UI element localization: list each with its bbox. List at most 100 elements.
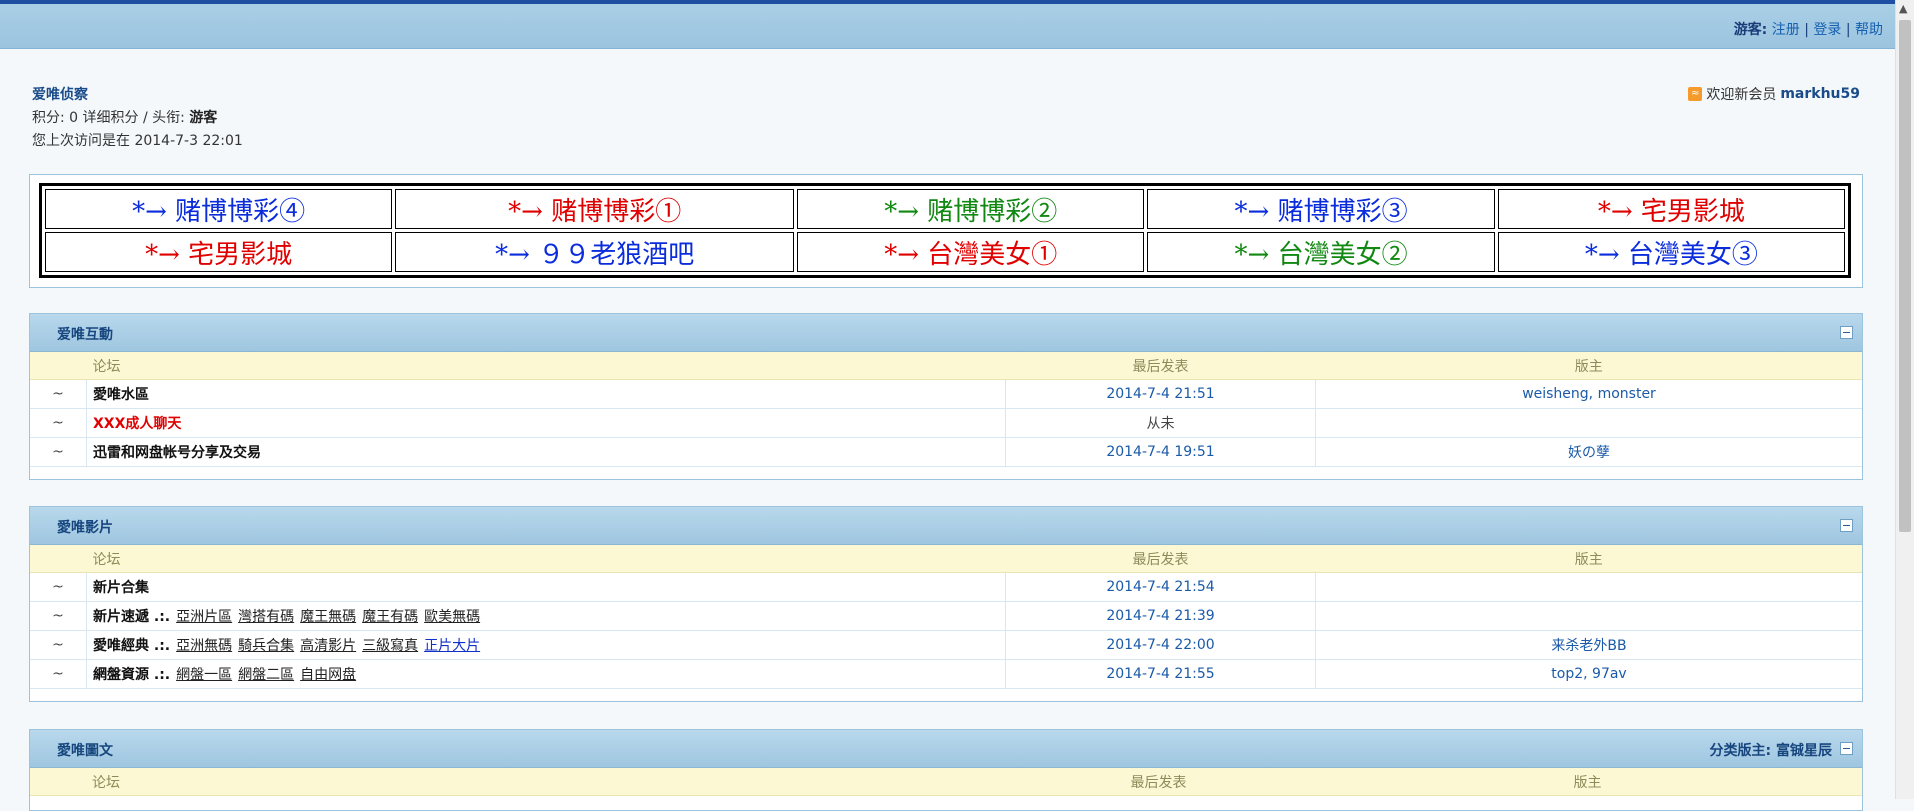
ad-link[interactable]: *→ 赌博博彩③ bbox=[1147, 189, 1495, 229]
moderator-links[interactable] bbox=[1315, 572, 1862, 602]
last-post-link[interactable]: 2014-7-4 21:51 bbox=[1005, 379, 1316, 409]
subforum-link[interactable]: 歐美無碼 bbox=[424, 609, 480, 625]
collapse-icon[interactable] bbox=[1840, 742, 1853, 755]
forum-row: ~ 網盤資源 .:. 網盤一區 網盤二區 自由网盘 2014-7-4 21:55 top2,… bbox=[30, 659, 1862, 689]
subforum-link[interactable]: 亞洲片區 bbox=[176, 609, 232, 625]
moderator-links[interactable]: top2, 97av bbox=[1315, 659, 1862, 689]
moderator-links[interactable]: 妖の孽 bbox=[1315, 437, 1862, 467]
ad-text[interactable]: *→ 台灣美女② bbox=[1235, 240, 1408, 270]
last-post-link[interactable]: 2014-7-4 19:51 bbox=[1005, 437, 1316, 467]
moderator-links[interactable] bbox=[1315, 408, 1862, 438]
forum-status-icon: ~ bbox=[30, 601, 87, 631]
ad-link[interactable]: *→ ９９老狼酒吧 bbox=[395, 232, 795, 272]
ad-text[interactable]: *→ 赌博博彩③ bbox=[1235, 197, 1408, 227]
forum-link[interactable]: 愛唯水區 bbox=[93, 387, 149, 403]
last-post-link[interactable]: 2014-7-4 21:54 bbox=[1005, 572, 1316, 602]
last-post-column-header: 最后发表 bbox=[1005, 545, 1316, 573]
last-post-column-header: 最后发表 bbox=[1005, 352, 1316, 380]
forum-row: ~ 新片合集 2014-7-4 21:54 bbox=[30, 572, 1862, 602]
section-moderator[interactable]: 分类版主: 富铖星辰 bbox=[1710, 740, 1832, 760]
ad-text[interactable]: *→ ９９老狼酒吧 bbox=[495, 240, 694, 270]
forum-row: ~ 新片速遞 .:. 亞洲片區 灣搭有碼 魔王無碼 魔王有碼 歐美無碼 2014-7-4 21… bbox=[30, 601, 1862, 631]
subforum-link[interactable]: 灣搭有碼 bbox=[238, 609, 294, 625]
last-post-column-header: 最后发表 bbox=[1004, 768, 1313, 796]
title-value: 游客 bbox=[189, 110, 218, 126]
ad-link[interactable]: *→ 宅男影城 bbox=[1497, 189, 1845, 229]
last-visit: 您上次访问是在 2014-7-3 22:01 bbox=[32, 133, 243, 149]
register-link[interactable]: 注册 bbox=[1772, 22, 1800, 38]
table-spacer bbox=[30, 467, 1862, 480]
help-link[interactable]: 帮助 bbox=[1855, 22, 1883, 38]
ad-link[interactable]: *→ 赌博博彩② bbox=[797, 189, 1145, 229]
forum-name-cell: 愛唯水區 bbox=[86, 379, 1006, 409]
welcome-text: 欢迎新会员 bbox=[1706, 87, 1777, 103]
forum-link[interactable]: XXX成人聊天 bbox=[93, 416, 181, 432]
ad-link[interactable]: *→ 台灣美女③ bbox=[1497, 232, 1845, 272]
moderator-links[interactable]: 来杀老外BB bbox=[1315, 630, 1862, 660]
section-title[interactable]: 愛唯影片 bbox=[57, 517, 113, 537]
welcome-new-member: ≈ 欢迎新会员 markhu59 bbox=[1688, 84, 1860, 104]
column-header-row: 论坛 最后发表 版主 bbox=[30, 545, 1862, 573]
rss-icon[interactable]: ≈ bbox=[1688, 87, 1703, 101]
subforum-link[interactable]: 自由网盘 bbox=[300, 667, 356, 683]
section-header: 愛唯圖文 分类版主: 富铖星辰 bbox=[30, 730, 1862, 768]
section-header: 爱唯互動 bbox=[30, 314, 1862, 352]
subforum-link[interactable]: 正片大片 bbox=[424, 638, 480, 654]
collapse-icon[interactable] bbox=[1840, 326, 1853, 339]
user-info: 爱唯侦察 积分: 0 详细积分 / 头衔: 游客 您上次访问是在 2014-7-… bbox=[32, 84, 243, 153]
subforum-link[interactable]: 網盤一區 bbox=[176, 667, 232, 683]
moderator-links[interactable]: weisheng, monster bbox=[1315, 379, 1862, 409]
forum-name-cell: 網盤資源 .:. 網盤一區 網盤二區 自由网盘 bbox=[86, 659, 1006, 689]
forum-link[interactable]: 網盤資源 .:. bbox=[93, 667, 170, 683]
subforum-link[interactable]: 亞洲無碼 bbox=[176, 638, 232, 654]
subforum-link[interactable]: 騎兵合集 bbox=[238, 638, 294, 654]
forum-section: 愛唯影片 论坛 最后发表 版主 ~ 新片合集 2014-7-4 21:54 ~ 新片速遞 .:… bbox=[29, 506, 1863, 702]
ad-link[interactable]: *→ 宅男影城 bbox=[45, 232, 393, 272]
section-title[interactable]: 爱唯互動 bbox=[57, 324, 113, 344]
forum-link[interactable]: 愛唯經典 .:. bbox=[93, 638, 170, 654]
forum-column-header: 论坛 bbox=[86, 545, 1006, 573]
forum-status-icon: ~ bbox=[30, 379, 87, 409]
section-header: 愛唯影片 bbox=[30, 507, 1862, 545]
ad-link[interactable]: *→ 台灣美女② bbox=[1147, 232, 1495, 272]
subforum-link[interactable]: 網盤二區 bbox=[238, 667, 294, 683]
section-title[interactable]: 愛唯圖文 bbox=[57, 740, 113, 760]
forum-link[interactable]: 新片速遞 .:. bbox=[93, 609, 170, 625]
ad-text[interactable]: *→ 宅男影城 bbox=[1598, 197, 1745, 227]
spacer-cell bbox=[30, 689, 1862, 702]
scroll-up-icon[interactable]: ▲ bbox=[1899, 2, 1911, 16]
last-post-link[interactable]: 2014-7-4 21:39 bbox=[1005, 601, 1316, 631]
subforum-link[interactable]: 魔王無碼 bbox=[300, 609, 356, 625]
forum-row: ~ 愛唯經典 .:. 亞洲無碼 騎兵合集 高清影片 三級寫真 正片大片 2014-7-4 22… bbox=[30, 630, 1862, 660]
subforum-link[interactable]: 高清影片 bbox=[300, 638, 356, 654]
forum-link[interactable]: 迅雷和网盘帐号分享及交易 bbox=[93, 445, 261, 461]
ad-text[interactable]: *→ 宅男影城 bbox=[145, 240, 292, 270]
icon-column-header bbox=[30, 545, 87, 573]
last-post-link[interactable]: 2014-7-4 22:00 bbox=[1005, 630, 1316, 660]
table-spacer bbox=[30, 689, 1862, 702]
ad-link[interactable]: *→ 赌博博彩④ bbox=[45, 189, 393, 229]
forum-status-icon: ~ bbox=[30, 659, 87, 689]
spacer-cell bbox=[30, 467, 1862, 480]
nav-separator: | bbox=[1804, 22, 1809, 38]
column-header-row: 论坛 最后发表 版主 bbox=[30, 352, 1862, 380]
ad-link[interactable]: *→ 赌博博彩① bbox=[395, 189, 795, 229]
ad-text[interactable]: *→ 台灣美女① bbox=[884, 240, 1057, 270]
ad-text[interactable]: *→ 赌博博彩④ bbox=[132, 197, 305, 227]
ad-link[interactable]: *→ 台灣美女① bbox=[797, 232, 1145, 272]
login-link[interactable]: 登录 bbox=[1813, 22, 1841, 38]
collapse-icon[interactable] bbox=[1840, 519, 1853, 532]
ad-text[interactable]: *→ 赌博博彩① bbox=[508, 197, 681, 227]
ad-text[interactable]: *→ 赌博博彩② bbox=[884, 197, 1057, 227]
ad-text[interactable]: *→ 台灣美女③ bbox=[1585, 240, 1758, 270]
scrollbar-thumb[interactable] bbox=[1899, 20, 1911, 532]
subforum-link[interactable]: 魔王有碼 bbox=[362, 609, 418, 625]
subforum-link[interactable]: 三級寫真 bbox=[362, 638, 418, 654]
last-post-link[interactable]: 2014-7-4 21:55 bbox=[1005, 659, 1316, 689]
forum-link[interactable]: 新片合集 bbox=[93, 580, 149, 596]
forum-name[interactable]: 爱唯侦察 bbox=[32, 84, 243, 107]
new-member-link[interactable]: markhu59 bbox=[1780, 86, 1860, 102]
last-post-link[interactable]: 从未 bbox=[1005, 408, 1316, 438]
moderator-links[interactable] bbox=[1315, 601, 1862, 631]
forum-row: ~ 迅雷和网盘帐号分享及交易 2014-7-4 19:51 妖の孽 bbox=[30, 437, 1862, 467]
